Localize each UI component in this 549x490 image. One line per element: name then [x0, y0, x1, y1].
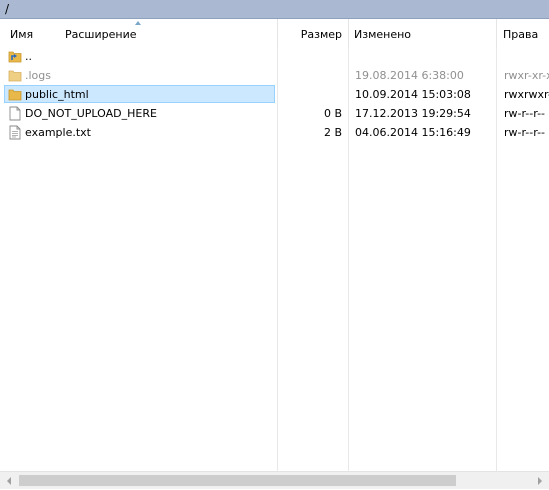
parent-folder-icon: [8, 51, 22, 63]
file-permissions: rwxrwxr-x: [504, 88, 549, 101]
horizontal-scrollbar[interactable]: [0, 471, 549, 489]
scrollbar-thumb[interactable]: [19, 475, 456, 486]
current-path: /: [5, 2, 10, 16]
file-permissions: rwxr-xr-x: [504, 69, 549, 82]
file-name: DO_NOT_UPLOAD_HERE: [25, 107, 157, 120]
file-modified: 17.12.2013 19:29:54: [355, 107, 471, 120]
column-header-name[interactable]: Имя: [4, 19, 56, 48]
file-row-parent[interactable]: ..: [0, 47, 549, 66]
file-modified: 04.06.2014 15:16:49: [355, 126, 471, 139]
text-file-icon: [9, 125, 21, 140]
path-bar: /: [0, 0, 549, 19]
file-size: 0 B: [323, 107, 342, 120]
folder-icon: [8, 70, 22, 82]
column-header-modified[interactable]: Изменено: [348, 19, 496, 48]
file-modified: 19.08.2014 6:38:00: [355, 69, 464, 82]
column-header-permissions[interactable]: Права: [497, 19, 549, 48]
column-header-extension[interactable]: Расширение: [59, 19, 277, 48]
column-header-size[interactable]: Размер: [278, 19, 348, 48]
file-name: public_html: [25, 88, 89, 101]
file-permissions: rw-r--r--: [504, 107, 546, 120]
file-list-panel: Имя Расширение Размер Изменено Права .. …: [0, 19, 549, 490]
folder-icon: [8, 89, 22, 101]
file-row-do-not-upload[interactable]: DO_NOT_UPLOAD_HERE 0 B 17.12.2013 19:29:…: [0, 104, 549, 123]
file-permissions: rw-r--r--: [504, 126, 546, 139]
file-name: .logs: [25, 69, 51, 82]
file-row-example-txt[interactable]: example.txt 2 B 04.06.2014 15:16:49 rw-r…: [0, 123, 549, 142]
file-modified: 10.09.2014 15:03:08: [355, 88, 471, 101]
sort-ascending-icon: [135, 21, 141, 25]
scroll-right-icon[interactable]: [533, 474, 547, 488]
file-row-public-html[interactable]: public_html 10.09.2014 15:03:08 rwxrwxr-…: [0, 85, 549, 104]
file-name: example.txt: [25, 126, 91, 139]
file-size: 2 B: [323, 126, 342, 139]
scroll-left-icon[interactable]: [2, 474, 16, 488]
file-row-logs[interactable]: .logs 19.08.2014 6:38:00 rwxr-xr-x: [0, 66, 549, 85]
file-icon: [9, 106, 21, 121]
file-name: ..: [25, 50, 32, 63]
column-header-row: Имя Расширение Размер Изменено Права: [0, 19, 549, 48]
